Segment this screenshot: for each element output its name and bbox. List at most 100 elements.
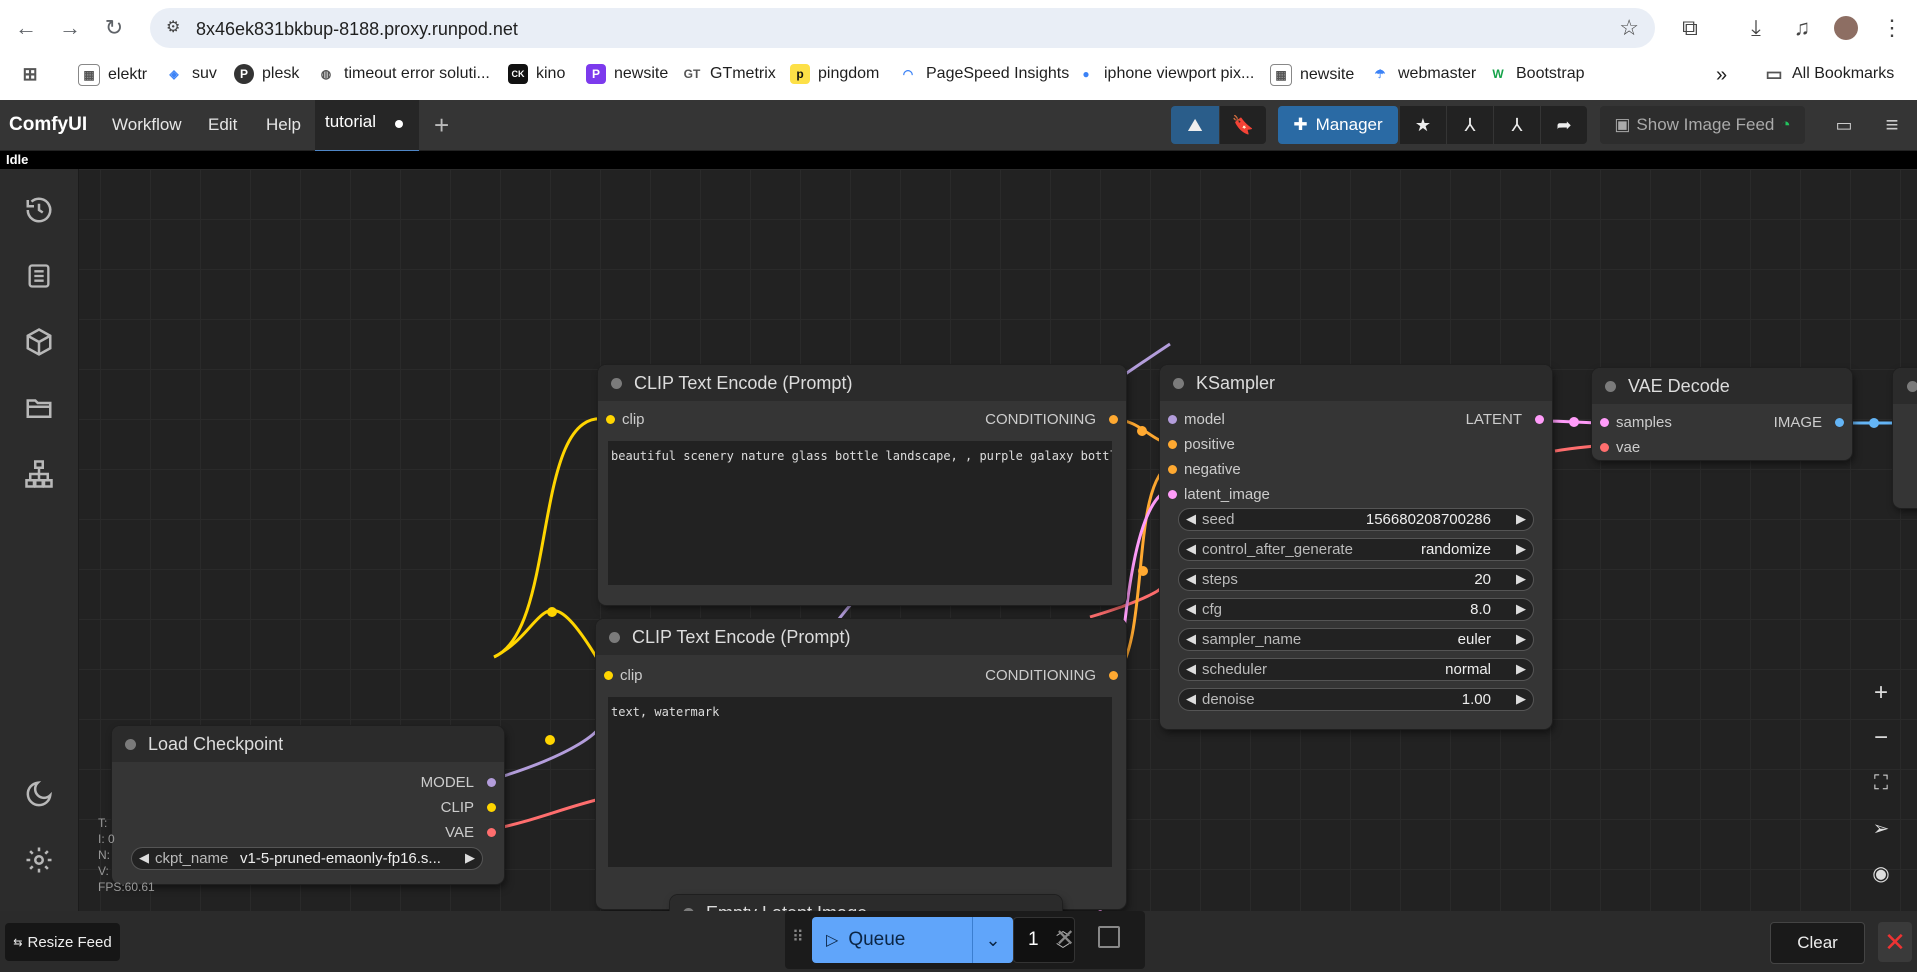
stop-square-icon[interactable]: [1098, 926, 1120, 948]
bookmark-iphone[interactable]: ● iphone viewport pix...: [1076, 64, 1254, 84]
widget-control-after-generate[interactable]: ◀ control_after_generate randomize ▶: [1178, 538, 1534, 561]
share-graph-alt-icon[interactable]: ⅄: [1494, 106, 1540, 144]
widget-sampler-name[interactable]: ◀ sampler_name euler ▶: [1178, 628, 1534, 651]
zoom-out-icon[interactable]: −: [1857, 717, 1905, 759]
node-load-checkpoint[interactable]: Load Checkpoint MODEL CLIP VAE ◀ ckpt_na…: [112, 726, 504, 884]
graph-canvas[interactable]: CLIP Text Encode (Prompt) clip CONDITION…: [0, 169, 1917, 911]
show-image-feed-button[interactable]: ▣ Show Image Feed ◔: [1600, 106, 1805, 144]
workflow-tab-tutorial[interactable]: tutorial: [315, 100, 419, 152]
output-pin-conditioning[interactable]: [1109, 415, 1118, 424]
zoom-in-icon[interactable]: +: [1857, 672, 1905, 714]
input-pin-negative[interactable]: [1168, 465, 1177, 474]
menu-help[interactable]: Help: [266, 115, 301, 135]
output-pin-image[interactable]: [1835, 418, 1844, 427]
output-pin-vae[interactable]: [487, 828, 496, 837]
bookmark-pagespeed[interactable]: ◠ PageSpeed Insights: [898, 64, 1069, 84]
new-tab-button[interactable]: +: [434, 110, 449, 141]
input-pin-positive[interactable]: [1168, 440, 1177, 449]
output-pin-clip[interactable]: [487, 803, 496, 812]
collapse-dot[interactable]: [1907, 381, 1917, 392]
bookmark-pingdom[interactable]: p pingdom: [790, 64, 879, 84]
drag-handle-icon[interactable]: ⠿: [792, 927, 804, 947]
bookmark-suv[interactable]: ◈ suv: [164, 64, 217, 84]
input-pin-vae[interactable]: [1600, 443, 1609, 452]
widget-cfg[interactable]: ◀ cfg 8.0 ▶: [1178, 598, 1534, 621]
bookmark-bootstrap[interactable]: W Bootstrap: [1488, 64, 1584, 84]
widget-steps[interactable]: ◀ steps 20 ▶: [1178, 568, 1534, 591]
prompt-textarea[interactable]: beautiful scenery nature glass bottle la…: [608, 441, 1112, 585]
apps-icon[interactable]: ⊞: [20, 64, 40, 84]
collapse-dot[interactable]: [611, 378, 622, 389]
widget-denoise[interactable]: ◀ denoise 1.00 ▶: [1178, 688, 1534, 711]
manager-button[interactable]: ✚ Manager: [1278, 106, 1398, 144]
output-pin-latent[interactable]: [1535, 415, 1544, 424]
close-feed-icon[interactable]: ✕: [1878, 922, 1912, 962]
node-clip-text-negative[interactable]: CLIP Text Encode (Prompt) clip CONDITION…: [596, 619, 1126, 909]
input-pin-samples[interactable]: [1600, 418, 1609, 427]
collapse-dot[interactable]: [125, 739, 136, 750]
resize-feed-button[interactable]: ⇆ Resize Feed: [5, 923, 120, 961]
bookmark-timeout[interactable]: ◍ timeout error soluti...: [316, 64, 490, 84]
bottom-panel-icon[interactable]: ▭: [1826, 106, 1862, 144]
menu-edit[interactable]: Edit: [208, 115, 237, 135]
bookmark-newsite-2[interactable]: ▦ newsite: [1270, 64, 1354, 86]
output-pin-model[interactable]: [487, 778, 496, 787]
input-pin-model[interactable]: [1168, 415, 1177, 424]
settings-gear-icon[interactable]: [18, 839, 60, 881]
widget-ckpt-name[interactable]: ◀ ckpt_name v1-5-pruned-emaonly-fp16.s..…: [131, 847, 483, 870]
collapse-dot[interactable]: [1173, 378, 1184, 389]
address-bar[interactable]: ⚙ 8x46ek831bkbup-8188.proxy.runpod.net ☆: [150, 8, 1655, 48]
select-mode-icon[interactable]: ➢: [1857, 807, 1905, 849]
bookmark-newsite[interactable]: Pnewsite: [586, 64, 668, 84]
profile-avatar[interactable]: [1830, 12, 1862, 44]
fit-view-icon[interactable]: ⛶: [1857, 762, 1905, 804]
widget-scheduler[interactable]: ◀ scheduler normal ▶: [1178, 658, 1534, 681]
widget-seed[interactable]: ◀ seed 156680208700286 ▶: [1178, 508, 1534, 531]
input-pin-latent-image[interactable]: [1168, 490, 1177, 499]
media-icon[interactable]: ♫: [1786, 12, 1818, 44]
node-vae-decode[interactable]: VAE Decode samples vae IMAGE: [1592, 368, 1852, 460]
bookmark-kino[interactable]: CK kino: [508, 64, 565, 84]
node-library-icon[interactable]: [18, 453, 60, 495]
bookmark-gtmetrix[interactable]: GT GTmetrix: [682, 64, 776, 84]
bookmark-plesk[interactable]: Pplesk: [234, 64, 299, 84]
bookmark-webmaster[interactable]: ☂ webmaster: [1370, 64, 1477, 84]
share-icon[interactable]: ➦: [1541, 106, 1587, 144]
star-icon[interactable]: ★: [1400, 106, 1446, 144]
model-library-icon[interactable]: [18, 321, 60, 363]
input-pin-clip[interactable]: [604, 671, 613, 680]
all-bookmarks[interactable]: ▭ All Bookmarks: [1764, 64, 1894, 84]
back-icon[interactable]: ←: [8, 10, 44, 46]
node-clip-text-positive[interactable]: CLIP Text Encode (Prompt) clip CONDITION…: [598, 365, 1126, 605]
mountain-icon[interactable]: ⛰: [1171, 106, 1219, 144]
extensions-icon[interactable]: ⧉: [1674, 12, 1706, 44]
collapse-dot[interactable]: [609, 632, 620, 643]
site-info-icon[interactable]: ⚙: [166, 17, 180, 37]
menu-workflow[interactable]: Workflow: [112, 115, 182, 135]
clear-button[interactable]: Clear: [1770, 922, 1865, 964]
input-pin-clip[interactable]: [606, 415, 615, 424]
workflows-folder-icon[interactable]: [18, 387, 60, 429]
bookmark-elektr[interactable]: ▦ elektr: [78, 64, 147, 86]
download-icon[interactable]: ⤓: [1740, 12, 1772, 44]
queue-button[interactable]: ▷ Queue: [812, 917, 972, 963]
cancel-x-icon[interactable]: ✕: [1055, 924, 1075, 953]
collapse-dot[interactable]: [1605, 381, 1616, 392]
toggle-links-eye-icon[interactable]: ◉: [1857, 852, 1905, 894]
prompt-textarea[interactable]: text, watermark: [608, 697, 1112, 867]
share-graph-icon[interactable]: ⅄: [1447, 106, 1493, 144]
output-pin-conditioning[interactable]: [1109, 671, 1118, 680]
node-ksampler[interactable]: KSampler model positive negative latent_…: [1160, 365, 1552, 729]
forward-icon[interactable]: →: [52, 10, 88, 46]
history-icon[interactable]: [18, 189, 60, 231]
queue-mode-dropdown[interactable]: ⌄: [972, 917, 1013, 963]
hamburger-menu-icon[interactable]: ≡: [1874, 106, 1910, 144]
queue-list-icon[interactable]: [18, 255, 60, 297]
bookmarks-overflow[interactable]: »: [1716, 64, 1727, 87]
node-save-image-partial[interactable]: [1893, 368, 1917, 508]
bookmark-star-icon[interactable]: ☆: [1619, 15, 1639, 41]
reload-icon[interactable]: ↻: [96, 10, 132, 46]
dark-mode-moon-icon[interactable]: [18, 773, 60, 815]
node-empty-latent-image[interactable]: Empty Latent Image: [670, 895, 1062, 911]
chrome-menu-icon[interactable]: ⋮: [1876, 12, 1908, 44]
